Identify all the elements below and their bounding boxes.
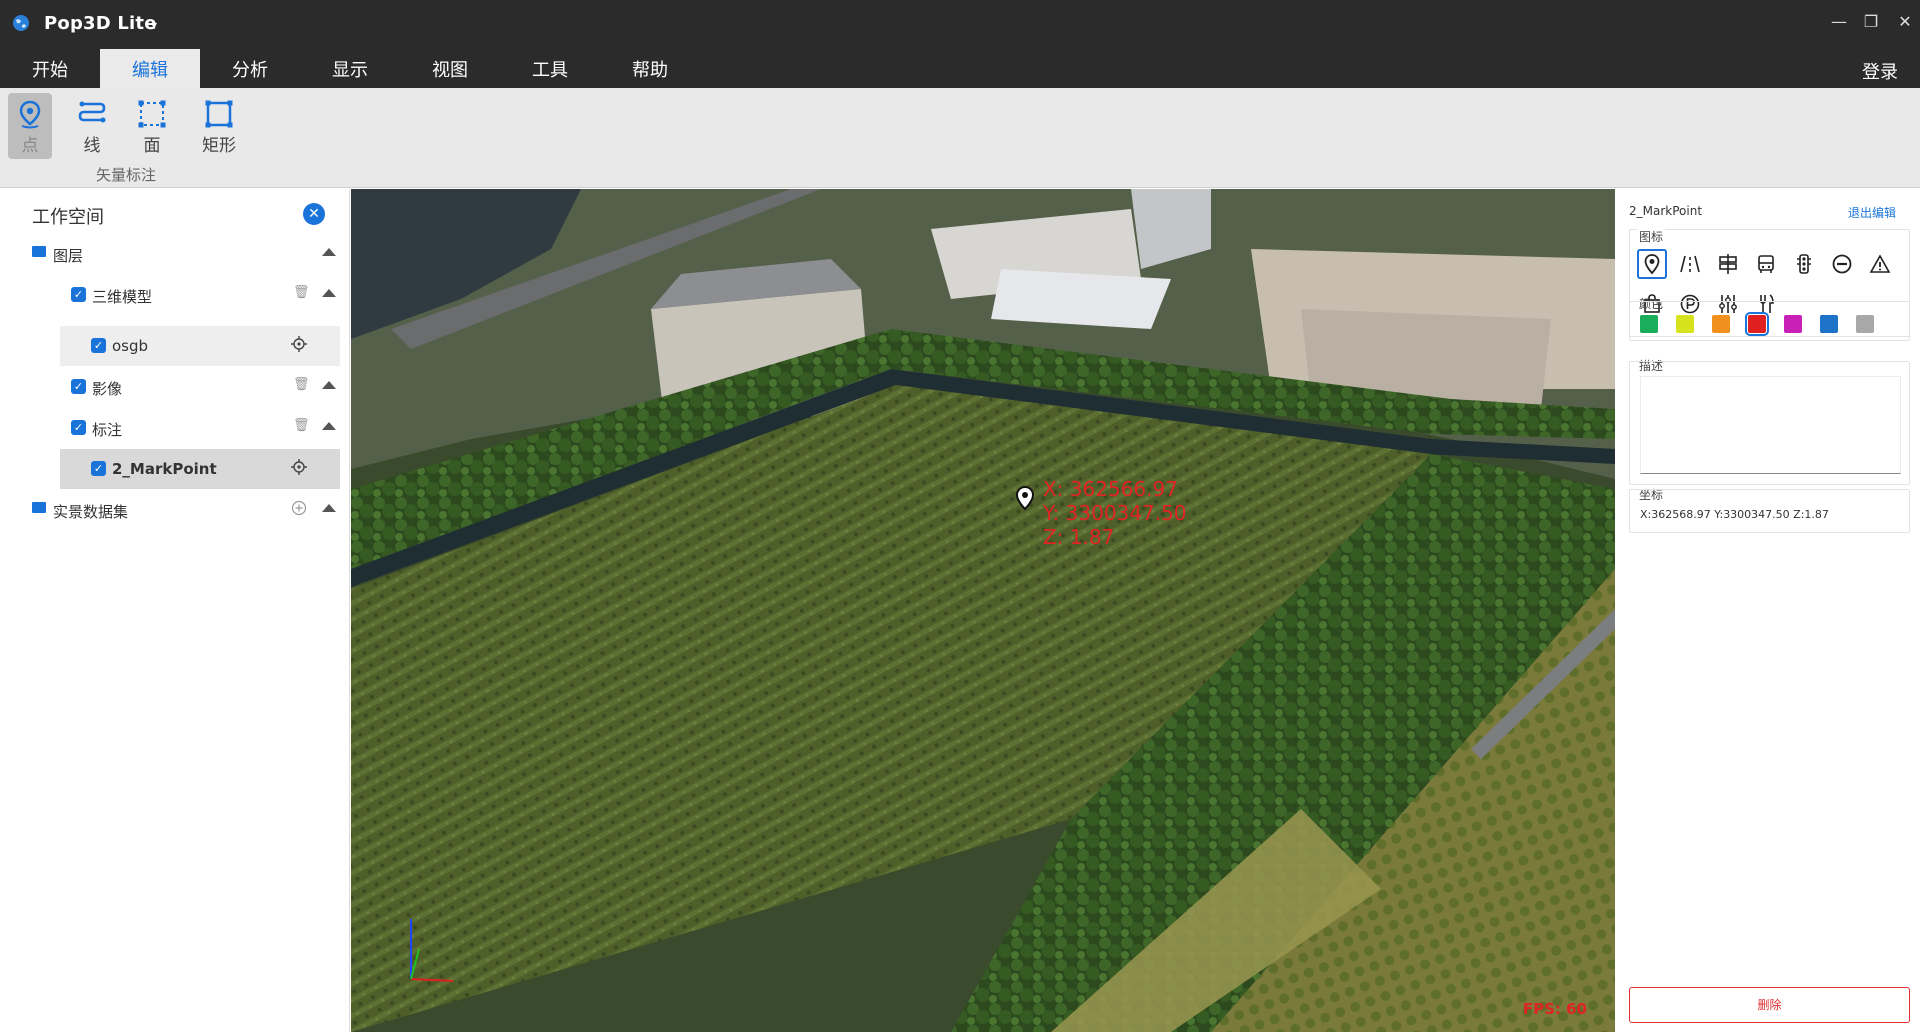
line-tool-label: 线 — [83, 136, 101, 156]
tree-item-imagery[interactable]: ✓ 影像 🗑 — [0, 367, 350, 407]
color-swatch-red[interactable] — [1745, 312, 1769, 336]
collapse-icon[interactable] — [322, 381, 336, 389]
color-swatch-green[interactable] — [1640, 315, 1658, 333]
add-icon[interactable] — [291, 500, 307, 516]
icon-section-label: 图标 — [1637, 228, 1666, 245]
axis-gizmo-icon — [410, 919, 454, 982]
tree-label: 影像 — [92, 380, 123, 398]
tree-item-3d-model[interactable]: ✓ 三维模型 🗑 — [0, 275, 350, 315]
close-window-icon[interactable]: ✕ — [1893, 10, 1917, 34]
folder-icon — [32, 502, 46, 513]
bus-icon[interactable] — [1751, 249, 1781, 279]
rectangle-icon — [205, 100, 233, 128]
tree-label: 标注 — [92, 421, 123, 439]
color-swatch-yellow[interactable] — [1676, 315, 1694, 333]
checkbox-icon[interactable]: ✓ — [91, 338, 106, 353]
checkbox-icon[interactable]: ✓ — [71, 379, 86, 394]
tree-item-osgb[interactable]: ✓ osgb — [60, 326, 340, 366]
line-tool-button[interactable]: 线 — [70, 93, 114, 159]
tree-label: 实景数据集 — [53, 503, 129, 521]
color-swatch-orange[interactable] — [1712, 315, 1730, 333]
rectangle-tool-label: 矩形 — [202, 136, 236, 156]
locate-icon[interactable] — [291, 459, 307, 475]
workspace-title: 工作空间 — [32, 207, 104, 228]
exit-edit-link[interactable]: 退出编辑 — [1848, 204, 1896, 221]
tree-item-annotation[interactable]: ✓ 标注 🗑 — [0, 408, 350, 448]
polygon-tool-label: 面 — [143, 136, 161, 156]
tab-start[interactable]: 开始 — [0, 49, 100, 88]
signpost-icon[interactable] — [1713, 249, 1743, 279]
mark-x-label: X: 362566.97 — [1043, 477, 1178, 501]
checkbox-icon[interactable]: ✓ — [71, 287, 86, 302]
point-tool-label: 点 — [21, 136, 39, 156]
trash-icon[interactable]: 🗑 — [293, 418, 310, 433]
coordinate-section: X:362568.97 Y:3300347.50 Z:1.87 — [1629, 489, 1910, 533]
collapse-icon[interactable] — [322, 504, 336, 512]
color-section — [1629, 301, 1910, 341]
close-icon[interactable]: ✕ — [303, 203, 325, 225]
login-button[interactable]: 登录 — [1862, 58, 1898, 84]
tab-edit[interactable]: 编辑 — [100, 49, 200, 88]
ribbon-group-label: 矢量标注 — [96, 166, 157, 184]
description-input[interactable] — [1640, 376, 1901, 474]
tab-analyze[interactable]: 分析 — [200, 49, 300, 88]
color-swatch-gray[interactable] — [1856, 315, 1874, 333]
tree-folder-reality-dataset[interactable]: 实景数据集 — [0, 490, 350, 530]
description-section — [1629, 361, 1910, 485]
collapse-icon[interactable] — [322, 248, 336, 256]
folder-icon — [32, 246, 46, 257]
title-bar: Pop3D Lite ▾ — ❐ ✕ 开始 编辑 分析 显示 视图 工具 帮助 … — [0, 0, 1920, 88]
aerial-scene-image — [351, 189, 1615, 1032]
mark-editor-panel: 2_MarkPoint 退出编辑 图标 颜色 描述 坐标 X:362568.97… — [1615, 189, 1920, 1032]
mark-coordinate-label: X: 362566.97 Y: 3300347.50 Z: 1.87 — [1043, 477, 1187, 549]
color-swatch-magenta[interactable] — [1784, 315, 1802, 333]
no-entry-icon[interactable] — [1827, 249, 1857, 279]
road-icon[interactable] — [1675, 249, 1705, 279]
editor-title: 2_MarkPoint — [1629, 204, 1703, 218]
tree-label: 2_MarkPoint — [112, 460, 217, 478]
tree-label: 图层 — [53, 247, 84, 265]
trash-icon[interactable]: 🗑 — [293, 377, 310, 392]
polygon-icon — [138, 100, 166, 128]
tab-tools[interactable]: 工具 — [500, 49, 600, 88]
collapse-icon[interactable] — [322, 289, 336, 297]
tree-label: osgb — [112, 337, 149, 355]
map-pin-icon[interactable] — [1637, 249, 1667, 279]
menu-tabs: 开始 编辑 分析 显示 视图 工具 帮助 — [0, 49, 700, 88]
tree-item-markpoint[interactable]: ✓ 2_MarkPoint — [60, 449, 340, 489]
tab-view[interactable]: 视图 — [400, 49, 500, 88]
coordinate-value: X:362568.97 Y:3300347.50 Z:1.87 — [1640, 508, 1829, 521]
color-swatch-blue[interactable] — [1820, 315, 1838, 333]
mark-z-label: Z: 1.87 — [1043, 525, 1115, 549]
rectangle-tool-button[interactable]: 矩形 — [196, 93, 242, 159]
3d-viewport[interactable]: X: 362566.97 Y: 3300347.50 Z: 1.87 FPS: … — [351, 189, 1615, 1032]
traffic-light-icon[interactable] — [1789, 249, 1819, 279]
trash-icon[interactable]: 🗑 — [293, 285, 310, 300]
polyline-icon — [78, 101, 106, 123]
tab-display[interactable]: 显示 — [300, 49, 400, 88]
checkbox-icon[interactable]: ✓ — [91, 461, 106, 476]
point-tool-button[interactable]: 点 — [8, 93, 52, 159]
collapse-icon[interactable] — [322, 422, 336, 430]
checkbox-icon[interactable]: ✓ — [71, 420, 86, 435]
fps-counter: FPS: 60 — [1522, 1000, 1587, 1018]
locate-icon[interactable] — [291, 336, 307, 352]
polygon-tool-button[interactable]: 面 — [130, 93, 174, 159]
workspace-panel: 工作空间 ✕ 图层 ✓ 三维模型 🗑 ✓ osgb ✓ 影像 🗑 ✓ 标注 🗑 — [0, 189, 350, 1032]
app-menu-caret-icon[interactable]: ▾ — [151, 18, 157, 32]
globe-icon — [13, 15, 29, 31]
mark-y-label: Y: 3300347.50 — [1043, 501, 1187, 525]
delete-button[interactable]: 删除 — [1629, 987, 1910, 1023]
tab-help[interactable]: 帮助 — [600, 49, 700, 88]
tree-label: 三维模型 — [92, 288, 153, 306]
restore-icon[interactable]: ❐ — [1859, 10, 1883, 34]
tree-folder-layers[interactable]: 图层 — [0, 234, 350, 274]
ribbon-toolbar: 点 线 面 矩形 矢量标注 — [0, 88, 1920, 188]
warning-icon[interactable] — [1865, 249, 1895, 279]
minimize-icon[interactable]: — — [1827, 10, 1851, 34]
map-pin-icon — [19, 100, 41, 129]
app-title: Pop3D Lite — [44, 13, 157, 34]
map-pin-marker-icon[interactable] — [1013, 485, 1037, 515]
